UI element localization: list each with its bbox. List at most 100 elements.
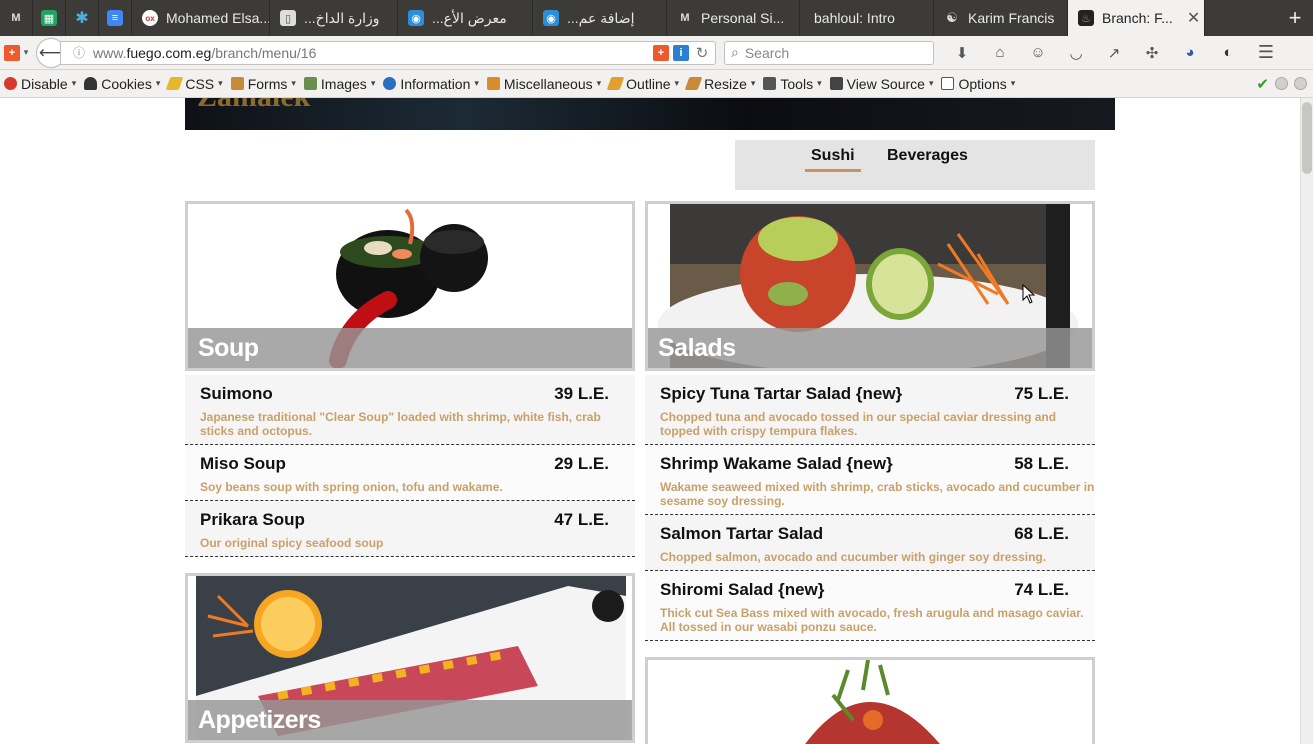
mouse-cursor-icon [1022,284,1036,304]
browser-tab-strip: M ▦ ✱ ≡ ox Mohamed Elsa... ▯ ...وزارة الدا… [0,0,1313,36]
tab-asterisk-app[interactable]: ✱ [66,0,99,36]
pocket-icon[interactable]: ◡ [1064,41,1088,65]
puzzle-icon[interactable]: ✣ [1140,41,1164,65]
devtool-disable[interactable]: Disable ▾ [0,76,80,92]
item-description: Japanese traditional "Clear Soup" loaded… [200,410,601,438]
menu-item[interactable]: Salmon Tartar Salad 68 L.E. Chopped salm… [645,515,1095,571]
info-badge-icon[interactable]: i [673,44,689,61]
item-name: Shiromi Salad {new} [660,580,825,599]
devtool-outline[interactable]: Outline ▾ [605,76,683,92]
addon-plus-icon[interactable]: + [653,44,669,61]
status-dot-icon [1275,77,1288,90]
item-name: Shrimp Wakame Salad {new} [660,454,893,473]
monitor-icon [829,77,843,90]
devtool-forms[interactable]: Forms ▾ [227,76,300,92]
menu-list-salads: Spicy Tuna Tartar Salad {new} 75 L.E. Ch… [645,375,1095,641]
branch-banner: Zamalek [185,98,1115,130]
section-card-next[interactable] [645,657,1095,744]
item-price: 58 L.E. [1014,454,1069,473]
page-scrollbar[interactable] [1300,98,1313,744]
item-name: Prikara Soup [200,510,305,529]
ruler-icon [684,77,703,90]
dish-image [648,660,1092,744]
tab-mohamed[interactable]: ox Mohamed Elsa... [132,0,270,36]
reload-icon[interactable]: ↻ [693,45,711,62]
clipboard-icon [230,77,244,90]
addon-plus-icon[interactable]: + [4,44,20,61]
chat-icon[interactable]: ☺ [1026,41,1050,65]
section-title-appetizers: Appetizers [188,700,632,740]
tools-icon [763,77,777,90]
item-name: Salmon Tartar Salad [660,524,824,543]
item-name: Spicy Tuna Tartar Salad {new} [660,384,903,403]
gmail-icon: M [11,12,21,24]
url-prefix: www. [93,44,127,61]
scrollbar-thumb[interactable] [1302,102,1312,174]
devtool-resize[interactable]: Resize ▾ [683,76,759,92]
menu-item[interactable]: Suimono 39 L.E. Japanese traditional "Cl… [185,375,635,445]
menu-item[interactable]: Prikara Soup 47 L.E. Our original spicy … [185,501,635,557]
chrome-icon[interactable]: ◐ [1216,41,1240,65]
url-bar[interactable]: ⓘ www. fuego.com.eg/branch/menu/16 + i ↻ [60,40,716,65]
devtool-images[interactable]: Images ▾ [300,76,379,92]
disable-icon [4,77,17,90]
tab-bahloul[interactable]: bahloul: Intro [800,0,934,36]
search-icon: ⌕ [731,44,739,60]
asterisk-app-icon: ✱ [75,10,89,27]
menu-item[interactable]: Shiromi Salad {new} 74 L.E. Thick cut Se… [645,571,1095,641]
search-bar[interactable]: ⌕ Search [724,40,934,65]
menu-icon[interactable]: ☰ [1254,41,1278,65]
section-card-soup[interactable]: Soup [185,201,635,371]
item-name: Miso Soup [200,454,286,473]
navigation-bar: + ▾ ⟵ ⓘ www. fuego.com.eg/branch/menu/16 … [0,36,1313,70]
section-card-appetizers[interactable]: Appetizers [185,573,635,743]
home-icon[interactable]: ⌂ [988,41,1012,65]
item-description: Thick cut Sea Bass mixed with avocado, f… [660,606,1084,634]
tab-gmail[interactable]: M [0,0,33,36]
url-host: fuego.com.eg [126,44,212,61]
item-price: 74 L.E. [1014,580,1069,599]
devtool-miscellaneous[interactable]: Miscellaneous ▾ [483,76,605,92]
tab-ministry[interactable]: ▯ ...وزارة الداخ [270,0,398,36]
github-icon: ☯ [946,10,958,25]
globe-icon[interactable]: ◕ [1178,41,1202,65]
pin-icon[interactable]: ↗ [1102,41,1126,65]
item-name: Suimono [200,384,273,403]
item-description: Wakame seaweed mixed with shrimp, crab s… [660,480,1095,508]
tab-personal[interactable]: M Personal Si... [667,0,800,36]
tab-docs[interactable]: ≡ [99,0,132,36]
olx-icon: ox [142,10,158,26]
menu-item[interactable]: Spicy Tuna Tartar Salad {new} 75 L.E. Ch… [645,375,1095,445]
pencil-icon [165,77,184,90]
menu-item[interactable]: Miso Soup 29 L.E. Soy beans soup with sp… [185,445,635,501]
devtool-css[interactable]: CSS ▾ [164,76,226,92]
fuego-icon: ♨ [1078,10,1094,26]
item-price: 75 L.E. [1014,384,1069,403]
tab-branch-active[interactable]: ♨ Branch: F... ✕ [1068,0,1205,36]
docs-icon: ≡ [107,10,123,26]
sheets-icon: ▦ [41,10,57,26]
download-icon[interactable]: ⬇ [950,41,974,65]
new-tab-button[interactable]: + [1277,0,1313,36]
tab-sheets[interactable]: ▦ [33,0,66,36]
menu-list-soup: Suimono 39 L.E. Japanese traditional "Cl… [185,375,635,557]
banner-title: Zamalek [197,98,310,114]
item-price: 47 L.E. [554,510,609,529]
close-icon[interactable]: ✕ [1187,8,1200,28]
category-tab-beverages[interactable]: Beverages [887,147,968,169]
devtool-tools[interactable]: Tools ▾ [759,76,825,92]
menu-item[interactable]: Shrimp Wakame Salad {new} 58 L.E. Wakame… [645,445,1095,515]
devtool-information[interactable]: Information ▾ [379,76,483,92]
gmail-icon: M [680,12,690,24]
section-title-soup: Soup [188,328,632,368]
chevron-down-icon[interactable]: ▾ [20,41,32,65]
item-description: Chopped salmon, avocado and cucumber wit… [660,550,1047,564]
tab-add-work[interactable]: ◉ ...إضافة عم [533,0,667,36]
devtool-cookies[interactable]: Cookies ▾ [80,76,164,92]
page-viewport: Zamalek Sushi Beverages Soup [0,98,1300,744]
category-tab-sushi[interactable]: Sushi [805,147,861,172]
tab-exhibition[interactable]: ◉ ...معرض الأع [398,0,533,36]
devtool-view-source[interactable]: View Source ▾ [826,76,938,92]
devtool-options[interactable]: Options ▾ [937,76,1019,92]
tab-karim[interactable]: ☯ Karim Francis [934,0,1068,36]
